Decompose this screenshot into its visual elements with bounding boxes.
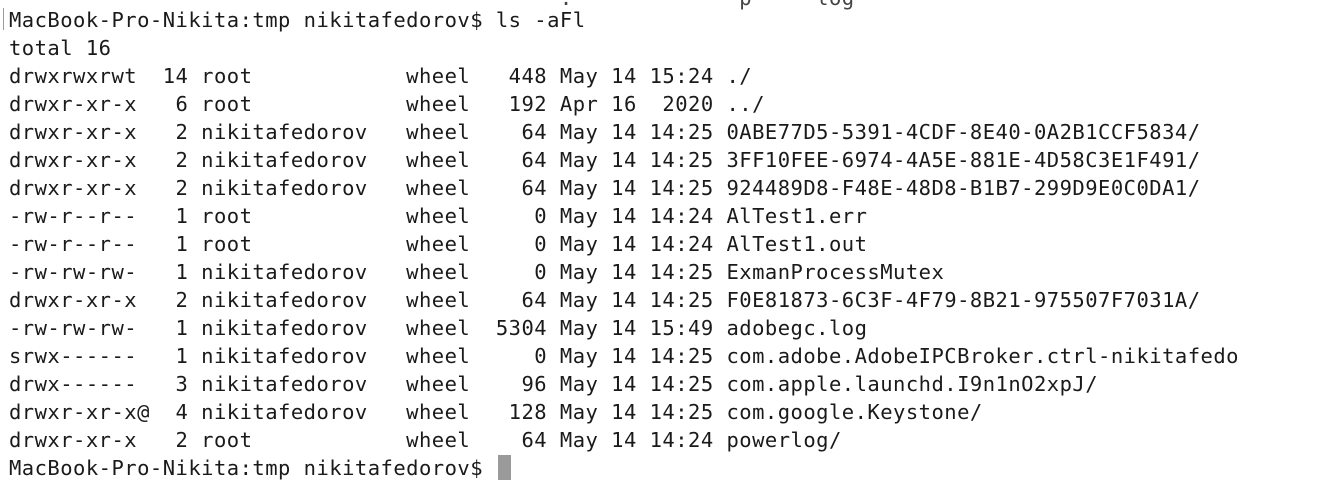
selection-edge-marker (3, 8, 4, 30)
listing-row: -rw-rw-rw- 1 nikitafedorov wheel 0 May 1… (9, 260, 945, 284)
terminal-window[interactable]: . p log MacBook-Pro-Nikita:tmp nikitafed… (0, 0, 1332, 492)
input-line[interactable]: MacBook-Pro-Nikita:tmp nikitafedorov$ (9, 454, 511, 482)
listing-row: drwxr-xr-x 2 nikitafedorov wheel 64 May … (9, 176, 1201, 200)
text-cursor (497, 455, 511, 480)
listing-row: -rw-r--r-- 1 root wheel 0 May 14 14:24 A… (9, 232, 868, 256)
listing-row: drwxr-xr-x@ 4 nikitafedorov wheel 128 Ma… (9, 400, 983, 424)
command-line: MacBook-Pro-Nikita:tmp nikitafedorov$ ls… (9, 6, 586, 34)
listing-row: srwx------ 1 nikitafedorov wheel 0 May 1… (9, 344, 1239, 368)
listing-row: drwxr-xr-x 2 nikitafedorov wheel 64 May … (9, 288, 1201, 312)
listing-row: drwxr-xr-x 6 root wheel 192 Apr 16 2020 … (9, 92, 765, 116)
shell-prompt: MacBook-Pro-Nikita:tmp nikitafedorov$ (9, 456, 496, 480)
listing-row: drwxr-xr-x 2 root wheel 64 May 14 14:24 … (9, 428, 842, 452)
command-text: ls -aFl (495, 8, 586, 32)
shell-prompt: MacBook-Pro-Nikita:tmp nikitafedorov$ (9, 8, 496, 32)
listing-row: drwxrwxrwt 14 root wheel 448 May 14 15:2… (9, 64, 753, 88)
listing-row: -rw-r--r-- 1 root wheel 0 May 14 14:24 A… (9, 204, 868, 228)
listing-row: drwx------ 3 nikitafedorov wheel 96 May … (9, 372, 1099, 396)
listing-row: drwxr-xr-x 2 nikitafedorov wheel 64 May … (9, 120, 1201, 144)
total-line: total 16 (9, 36, 112, 60)
listing-row: -rw-rw-rw- 1 nikitafedorov wheel 5304 Ma… (9, 316, 868, 340)
listing-row: drwxr-xr-x 2 nikitafedorov wheel 64 May … (9, 148, 1201, 172)
